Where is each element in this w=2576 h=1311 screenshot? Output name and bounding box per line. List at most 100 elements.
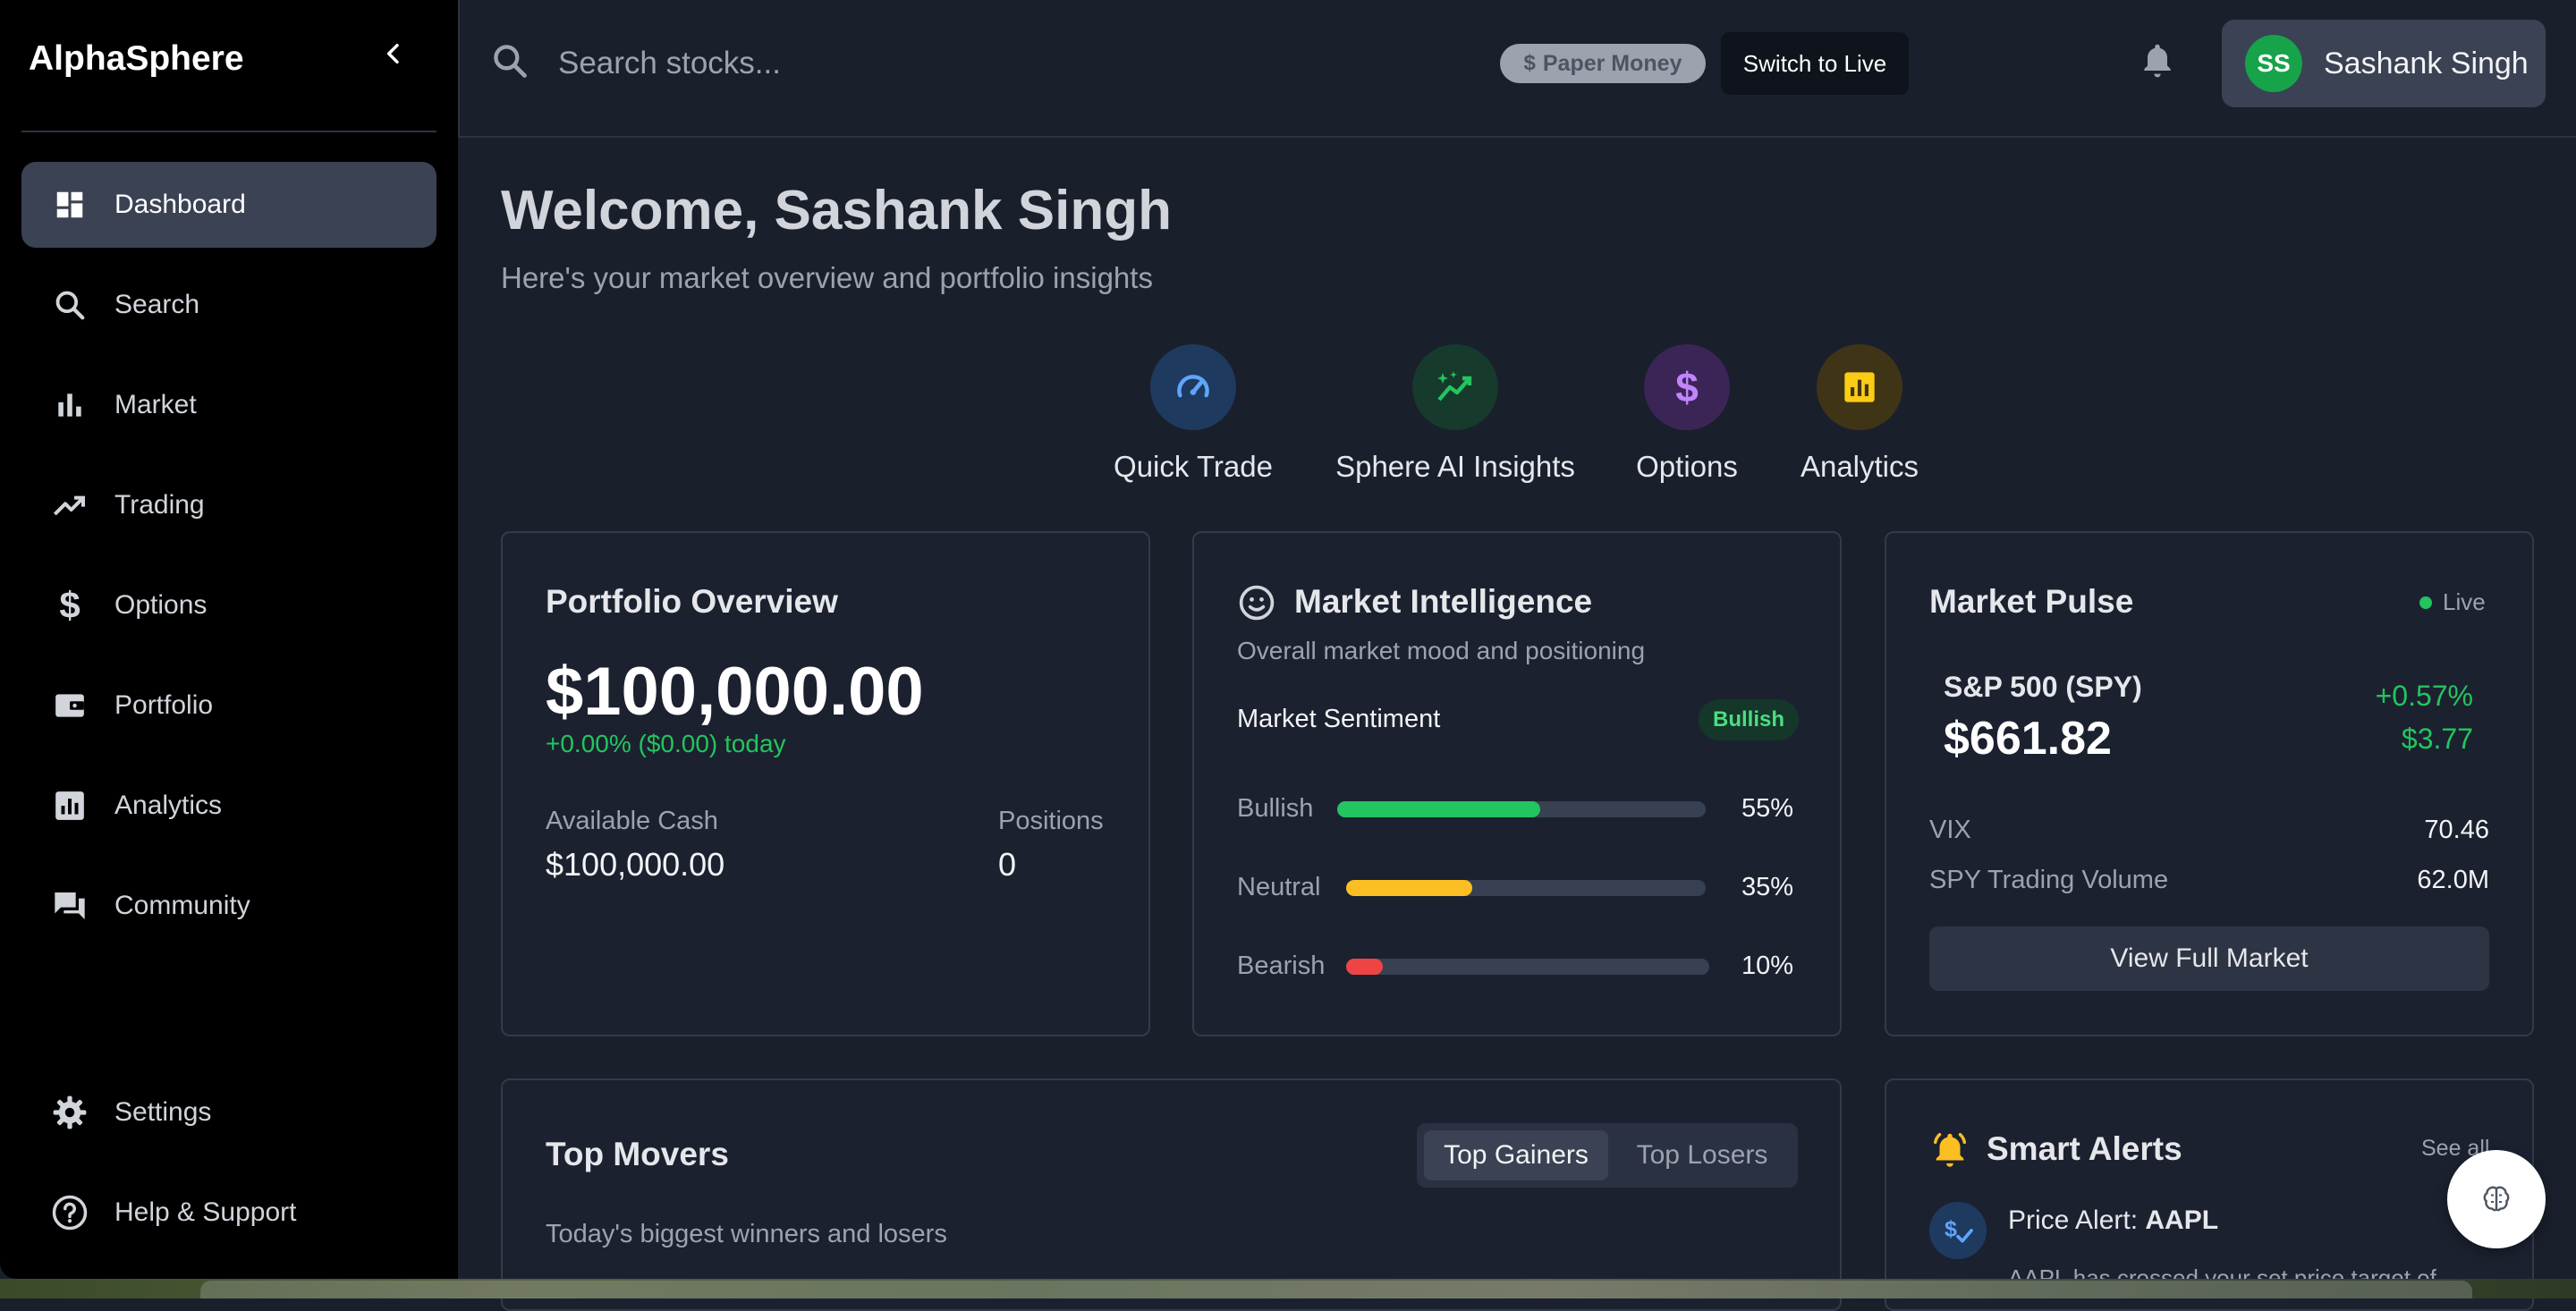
card-title: Market Intelligence xyxy=(1294,583,1593,620)
smart-alerts-card: Smart Alerts See all $ Price Alert: AAPL… xyxy=(1885,1078,2534,1311)
tab-top-losers[interactable]: Top Losers xyxy=(1614,1130,1791,1180)
spy-price: $661.82 xyxy=(1944,713,2112,765)
tab-top-gainers[interactable]: Top Gainers xyxy=(1424,1130,1608,1180)
spy-percent-change: +0.57% xyxy=(2375,680,2473,712)
top-movers-card: Top Movers Today's biggest winners and l… xyxy=(501,1078,1842,1311)
paper-money-label: Paper Money xyxy=(1542,50,1682,76)
search-input[interactable] xyxy=(556,36,1186,91)
sidebar-item-dashboard[interactable]: Dashboard xyxy=(21,162,436,248)
dollar-icon: $ xyxy=(1523,51,1536,75)
volume-label: SPY Trading Volume xyxy=(1929,866,2169,894)
wallet-icon xyxy=(50,686,89,725)
positions-label: Positions xyxy=(998,807,1104,835)
alert-symbol: AAPL xyxy=(2145,1205,2219,1235)
card-subtitle: Overall market mood and positioning xyxy=(1237,637,1646,664)
alert-prefix: Price Alert: xyxy=(2008,1205,2146,1235)
sidebar-item-label: Trading xyxy=(114,490,205,520)
sidebar-item-market[interactable]: Market xyxy=(21,362,436,448)
bell-ring-icon xyxy=(1933,1132,1967,1167)
page-title: Welcome, Sashank Singh xyxy=(501,180,1172,241)
spy-label: S&P 500 (SPY) xyxy=(1944,671,2142,703)
bar-chart-icon xyxy=(50,385,89,425)
card-title: Smart Alerts xyxy=(1987,1130,2182,1167)
quick-action-label: Quick Trade xyxy=(1114,450,1273,483)
bullish-bar xyxy=(1337,801,1706,817)
sidebar-item-label: Community xyxy=(114,891,250,920)
portfolio-change: +0.00% ($0.00) today xyxy=(546,730,786,757)
card-subtitle: Today's biggest winners and losers xyxy=(546,1220,947,1248)
page-subtitle: Here's your market overview and portfoli… xyxy=(501,261,1153,294)
neutral-bar-fill xyxy=(1346,880,1472,896)
live-label: Live xyxy=(2443,588,2486,615)
live-indicator: Live xyxy=(2419,588,2486,616)
quick-action-label: Sphere AI Insights xyxy=(1335,450,1575,483)
dollar-icon: $ xyxy=(59,584,80,626)
sidebar: AlphaSphere Dashboard Search Market Trad… xyxy=(0,0,458,1279)
market-intelligence-card: Market Intelligence Overall market mood … xyxy=(1192,531,1842,1036)
dock xyxy=(200,1281,2472,1298)
dollar-icon: $ xyxy=(1644,344,1730,430)
search-icon xyxy=(50,285,89,325)
sidebar-item-options[interactable]: $ Options xyxy=(21,562,436,648)
movers-toggle: Top Gainers Top Losers xyxy=(1417,1123,1798,1188)
options-action[interactable]: $ Options xyxy=(1626,344,1748,484)
sidebar-item-help[interactable]: Help & Support xyxy=(21,1170,436,1256)
spy-dollar-change: $3.77 xyxy=(2401,723,2473,755)
sidebar-item-search[interactable]: Search xyxy=(21,262,436,348)
vix-value: 70.46 xyxy=(2424,816,2489,844)
bearish-label: Bearish xyxy=(1237,952,1326,980)
divider xyxy=(21,131,436,132)
sidebar-item-analytics[interactable]: Analytics xyxy=(21,763,436,849)
help-icon xyxy=(50,1193,89,1232)
sidebar-item-portfolio[interactable]: Portfolio xyxy=(21,663,436,749)
sidebar-item-label: Options xyxy=(114,590,208,620)
sidebar-item-label: Help & Support xyxy=(114,1197,297,1227)
vix-label: VIX xyxy=(1929,816,1971,844)
bearish-pct: 10% xyxy=(1741,952,1794,980)
sidebar-item-label: Dashboard xyxy=(114,190,246,219)
bullish-pct: 55% xyxy=(1741,794,1794,823)
sidebar-item-label: Market xyxy=(114,390,197,419)
sidebar-item-settings[interactable]: Settings xyxy=(21,1070,436,1155)
brand-logo: AlphaSphere xyxy=(29,39,244,78)
portfolio-value: $100,000.00 xyxy=(546,654,924,730)
price-check-icon: $ xyxy=(1929,1202,1987,1259)
chevron-left-icon[interactable] xyxy=(379,39,408,68)
alert-title[interactable]: Price Alert: AAPL xyxy=(2008,1205,2218,1236)
sentiment-label: Market Sentiment xyxy=(1237,705,1441,733)
sidebar-item-label: Settings xyxy=(114,1097,212,1127)
view-full-market-button[interactable]: View Full Market xyxy=(1929,926,2489,991)
analytics-action[interactable]: Analytics xyxy=(1791,344,1928,484)
quick-trade-action[interactable]: Quick Trade xyxy=(1112,344,1275,484)
switch-to-live-button[interactable]: Switch to Live xyxy=(1721,32,1909,95)
sphere-ai-insights-action[interactable]: Sphere AI Insights xyxy=(1318,344,1592,484)
sidebar-item-trading[interactable]: Trading xyxy=(21,462,436,548)
user-menu[interactable]: SS Sashank Singh xyxy=(2222,20,2546,107)
card-title: Portfolio Overview xyxy=(546,583,838,620)
sidebar-item-label: Portfolio xyxy=(114,690,214,720)
sidebar-item-label: Analytics xyxy=(114,791,223,820)
positions-value: 0 xyxy=(998,846,1017,883)
analytics-icon xyxy=(50,786,89,825)
paper-money-badge: $ Paper Money xyxy=(1500,44,1706,83)
trending-up-icon xyxy=(50,486,89,525)
portfolio-overview-card: Portfolio Overview $100,000.00 +0.00% ($… xyxy=(501,531,1150,1036)
svg-text:$: $ xyxy=(1945,1217,1957,1242)
live-dot xyxy=(2419,596,2432,609)
ai-assistant-button[interactable] xyxy=(2447,1150,2546,1248)
bearish-bar xyxy=(1346,959,1709,975)
volume-value: 62.0M xyxy=(2417,866,2489,894)
bullish-label: Bullish xyxy=(1237,794,1314,823)
cash-label: Available Cash xyxy=(546,807,718,835)
analytics-icon xyxy=(1817,344,1902,430)
sidebar-item-community[interactable]: Community xyxy=(21,863,436,949)
search-icon xyxy=(494,45,527,78)
quick-action-label: Analytics xyxy=(1800,450,1919,483)
brain-icon xyxy=(2483,1186,2510,1212)
bullish-bar-fill xyxy=(1337,801,1540,817)
bell-icon[interactable] xyxy=(2138,39,2177,82)
speedometer-icon xyxy=(1150,344,1236,430)
neutral-pct: 35% xyxy=(1741,873,1794,901)
market-pulse-card: Market Pulse Live S&P 500 (SPY) $661.82 … xyxy=(1885,531,2534,1036)
cash-value: $100,000.00 xyxy=(546,846,725,883)
